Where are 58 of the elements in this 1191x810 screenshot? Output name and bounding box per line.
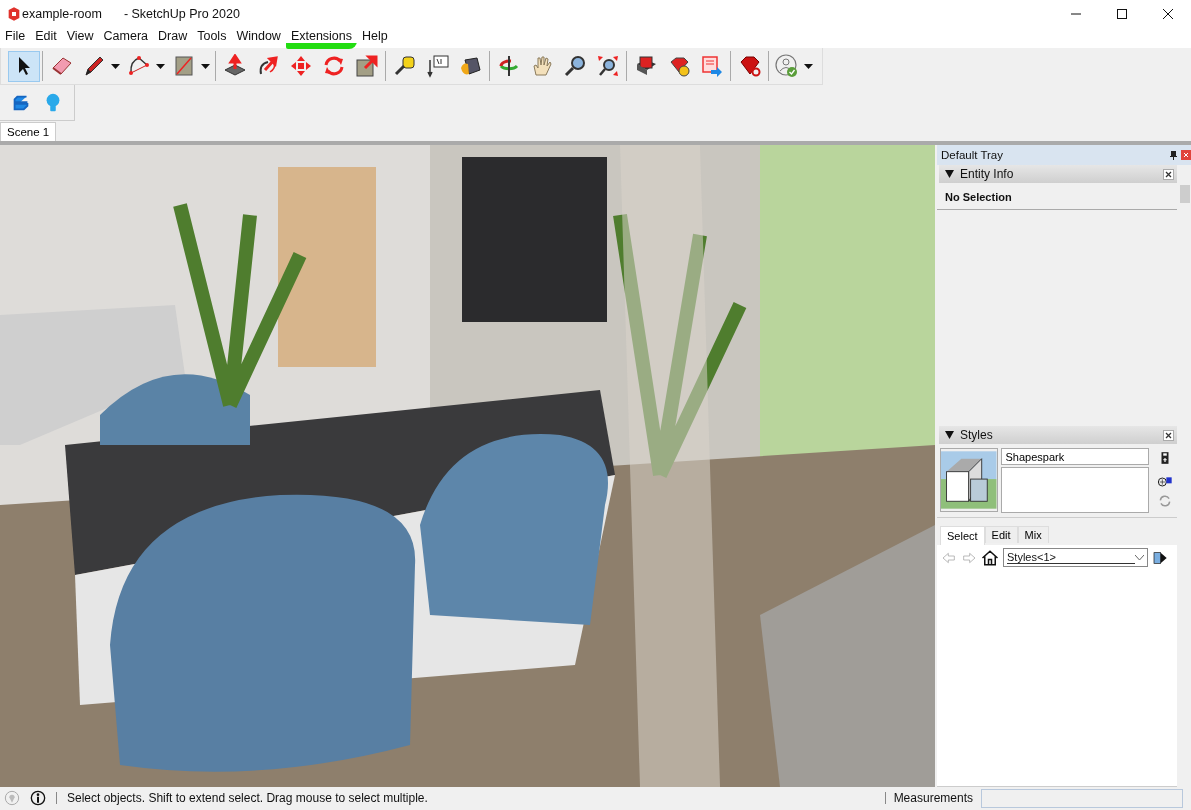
scale-icon	[354, 54, 379, 78]
panel-tab[interactable]: Select	[940, 526, 985, 545]
style-description-field[interactable]	[1000, 467, 1149, 513]
app-title: - SketchUp Pro 2020	[123, 7, 240, 21]
style-thumbnail-drawing	[940, 448, 998, 512]
menu-item[interactable]: View	[61, 27, 99, 49]
window-arrow-icon	[699, 54, 724, 78]
measurements-field[interactable]	[981, 788, 1183, 808]
menu-item[interactable]: File	[0, 27, 31, 49]
home-icon	[981, 548, 999, 567]
caret-icon[interactable]	[110, 63, 120, 69]
expand-triangle-icon[interactable]	[945, 431, 954, 439]
panel-close-button[interactable]	[1163, 168, 1174, 180]
close-icon	[1165, 431, 1172, 439]
maximize-icon[interactable]	[1116, 8, 1128, 20]
toolbar-button[interactable]	[7, 50, 40, 82]
status-hint: Select objects. Shift to extend select. Drag mouse to select multiple.	[67, 791, 428, 805]
panel-tab[interactable]: Mix	[1017, 526, 1049, 543]
info-icon	[30, 790, 46, 806]
text-label-icon	[425, 54, 450, 78]
panel-title[interactable]: Styles	[960, 428, 993, 442]
scene-tab[interactable]: Scene 1	[0, 122, 57, 141]
push-pull-icon	[222, 54, 247, 78]
menu-item[interactable]: Edit	[30, 27, 62, 49]
caret-icon[interactable]	[200, 63, 210, 69]
forward-arrow-icon	[961, 549, 977, 566]
expand-triangle-icon[interactable]	[945, 170, 954, 178]
zoom-extents-icon	[595, 54, 620, 78]
paint-bucket-icon	[458, 54, 483, 78]
selection-status: No Selection	[937, 183, 1177, 210]
caret-icon[interactable]	[803, 63, 813, 69]
tray-title: Default Tray	[941, 149, 1003, 161]
user-account-icon	[774, 54, 799, 78]
menu-item[interactable]: Window	[231, 27, 286, 49]
menu-item[interactable]: Draw	[153, 27, 193, 49]
back-arrow-icon	[941, 549, 957, 566]
geo-location-icon	[4, 790, 20, 806]
collection-dropdown[interactable]: Styles<1>	[1003, 548, 1148, 567]
zoom-icon	[562, 54, 587, 78]
close-icon	[1165, 170, 1172, 178]
panel-tab[interactable]: Edit	[984, 526, 1018, 543]
tape-measure-icon	[392, 54, 417, 78]
menu-item[interactable]: Camera	[98, 27, 154, 49]
pin-icon[interactable]	[1170, 150, 1177, 160]
chevron-down-icon[interactable]	[1135, 554, 1144, 561]
panel-close-button[interactable]	[1163, 429, 1174, 441]
details-arrow-icon	[1152, 549, 1168, 566]
menu-item[interactable]: Help	[357, 27, 393, 49]
measurements-label: Measurements	[893, 791, 973, 805]
caret-icon[interactable]	[155, 63, 165, 69]
sketchup-logo-icon	[6, 6, 22, 22]
window-title: example-room	[22, 7, 102, 21]
panel-title[interactable]: Entity Info	[960, 167, 1014, 181]
close-icon[interactable]	[1162, 8, 1174, 20]
style-name-field[interactable]: Shapespark	[1000, 448, 1149, 465]
refresh-icon	[1157, 494, 1172, 508]
menu-item[interactable]: Tools	[192, 27, 232, 49]
arc-icon	[126, 54, 151, 78]
